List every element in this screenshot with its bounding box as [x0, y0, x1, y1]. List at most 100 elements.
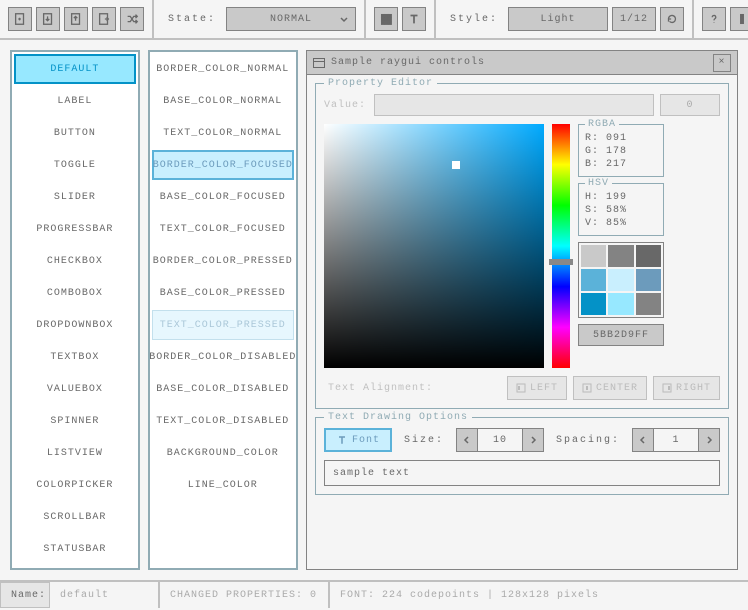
state-dropdown[interactable]: NORMAL [226, 7, 356, 31]
hue-slider[interactable] [552, 124, 570, 368]
control-item-spinner[interactable]: SPINNER [14, 406, 136, 436]
control-item-label[interactable]: LABEL [14, 86, 136, 116]
property-item-border_color_disabled[interactable]: BORDER_COLOR_DISABLED [152, 342, 294, 372]
grid-icon[interactable] [374, 7, 398, 31]
size-value: 10 [478, 428, 522, 452]
property-item-background_color[interactable]: BACKGROUND_COLOR [152, 438, 294, 468]
panel-title: Sample raygui controls [331, 57, 485, 68]
control-item-scrollbar[interactable]: SCROLLBAR [14, 502, 136, 532]
control-item-listview[interactable]: LISTVIEW [14, 438, 136, 468]
property-editor-group: Property Editor Value: 0 RGBA [315, 83, 729, 409]
property-item-border_color_normal[interactable]: BORDER_COLOR_NORMAL [152, 54, 294, 84]
info-icon[interactable] [730, 7, 748, 31]
style-dropdown[interactable]: Light [508, 7, 608, 31]
size-spinner[interactable]: 10 [456, 428, 544, 452]
control-item-slider[interactable]: SLIDER [14, 182, 136, 212]
text-icon[interactable] [402, 7, 426, 31]
property-item-text_color_normal[interactable]: TEXT_COLOR_NORMAL [152, 118, 294, 148]
control-item-toggle[interactable]: TOGGLE [14, 150, 136, 180]
state-label: State: [162, 14, 222, 25]
file-save-icon[interactable] [64, 7, 88, 31]
property-item-text_color_focused[interactable]: TEXT_COLOR_FOCUSED [152, 214, 294, 244]
file-open-icon[interactable] [36, 7, 60, 31]
property-item-text_color_disabled[interactable]: TEXT_COLOR_DISABLED [152, 406, 294, 436]
property-item-base_color_disabled[interactable]: BASE_COLOR_DISABLED [152, 374, 294, 404]
text-drawing-options-group: Text Drawing Options Font Size: 10 Spaci… [315, 417, 729, 495]
property-item-base_color_focused[interactable]: BASE_COLOR_FOCUSED [152, 182, 294, 212]
spacing-spinner[interactable]: 1 [632, 428, 720, 452]
sample-panel: Sample raygui controls × Property Editor… [306, 50, 738, 570]
statusbar: Name: default CHANGED PROPERTIES: 0 FONT… [0, 580, 748, 608]
hsv-title: HSV [585, 178, 612, 189]
control-item-combobox[interactable]: COMBOBOX [14, 278, 136, 308]
spacing-value: 1 [654, 428, 698, 452]
property-item-base_color_pressed[interactable]: BASE_COLOR_PRESSED [152, 278, 294, 308]
style-page[interactable]: 1/12 [612, 7, 656, 31]
property-editor-title: Property Editor [324, 78, 437, 89]
control-item-default[interactable]: DEFAULT [14, 54, 136, 84]
swatch-0[interactable] [581, 245, 606, 267]
panel-header: Sample raygui controls × [307, 51, 737, 75]
property-item-border_color_focused[interactable]: BORDER_COLOR_FOCUSED [152, 150, 294, 180]
window-icon [313, 58, 325, 68]
control-item-colorpicker[interactable]: COLORPICKER [14, 470, 136, 500]
control-item-valuebox[interactable]: VALUEBOX [14, 374, 136, 404]
rgba-g: G: 178 [585, 146, 657, 157]
rgba-b: B: 217 [585, 159, 657, 170]
spacing-decrease[interactable] [632, 428, 654, 452]
statusbar-name-value: default [50, 582, 160, 608]
control-item-textbox[interactable]: TEXTBOX [14, 342, 136, 372]
swatch-1[interactable] [608, 245, 633, 267]
value-number[interactable]: 0 [660, 94, 720, 116]
spacing-increase[interactable] [698, 428, 720, 452]
align-right-button[interactable]: RIGHT [653, 376, 720, 400]
size-label: Size: [398, 435, 450, 446]
control-item-button[interactable]: BUTTON [14, 118, 136, 148]
chevron-down-icon [339, 15, 349, 25]
controls-listbox[interactable]: DEFAULTLABELBUTTONTOGGLESLIDERPROGRESSBA… [10, 50, 140, 570]
hsv-s: S: 58% [585, 205, 657, 216]
property-item-text_color_pressed[interactable]: TEXT_COLOR_PRESSED [152, 310, 294, 340]
main-area: DEFAULTLABELBUTTONTOGGLESLIDERPROGRESSBA… [0, 40, 748, 580]
hue-cursor [549, 259, 573, 265]
toolbar: State: NORMAL Style: Light 1/12 [0, 0, 748, 40]
size-increase[interactable] [522, 428, 544, 452]
control-item-dropdownbox[interactable]: DROPDOWNBOX [14, 310, 136, 340]
statusbar-name-label: Name: [0, 582, 50, 608]
hsv-v: V: 85% [585, 218, 657, 229]
swatch-6[interactable] [581, 293, 606, 315]
swatch-4[interactable] [608, 269, 633, 291]
property-item-line_color[interactable]: LINE_COLOR [152, 470, 294, 500]
property-item-border_color_pressed[interactable]: BORDER_COLOR_PRESSED [152, 246, 294, 276]
style-value: Light [541, 14, 576, 25]
font-button[interactable]: Font [324, 428, 392, 452]
swatch-7[interactable] [608, 293, 633, 315]
rgba-group: RGBA R: 091 G: 178 B: 217 [578, 124, 664, 177]
control-item-statusbar[interactable]: STATUSBAR [14, 534, 136, 564]
file-export-icon[interactable] [92, 7, 116, 31]
spacing-label: Spacing: [550, 435, 626, 446]
sample-text-input[interactable]: sample text [324, 460, 720, 486]
state-value: NORMAL [270, 14, 312, 25]
shuffle-icon[interactable] [120, 7, 144, 31]
property-item-base_color_normal[interactable]: BASE_COLOR_NORMAL [152, 86, 294, 116]
swatch-8[interactable] [636, 293, 661, 315]
help-icon[interactable] [702, 7, 726, 31]
align-left-button[interactable]: LEFT [507, 376, 567, 400]
swatch-5[interactable] [636, 269, 661, 291]
rgba-r: R: 091 [585, 133, 657, 144]
close-button[interactable]: × [713, 54, 731, 72]
file-new-icon[interactable] [8, 7, 32, 31]
properties-listbox[interactable]: BORDER_COLOR_NORMALBASE_COLOR_NORMALTEXT… [148, 50, 298, 570]
hex-value[interactable]: 5BB2D9FF [578, 324, 664, 346]
control-item-checkbox[interactable]: CHECKBOX [14, 246, 136, 276]
swatch-3[interactable] [581, 269, 606, 291]
value-input[interactable] [374, 94, 654, 116]
size-decrease[interactable] [456, 428, 478, 452]
align-center-button[interactable]: CENTER [573, 376, 647, 400]
reload-icon[interactable] [660, 7, 684, 31]
color-sv-picker[interactable] [324, 124, 544, 368]
text-drawing-title: Text Drawing Options [324, 412, 472, 423]
control-item-progressbar[interactable]: PROGRESSBAR [14, 214, 136, 244]
swatch-2[interactable] [636, 245, 661, 267]
